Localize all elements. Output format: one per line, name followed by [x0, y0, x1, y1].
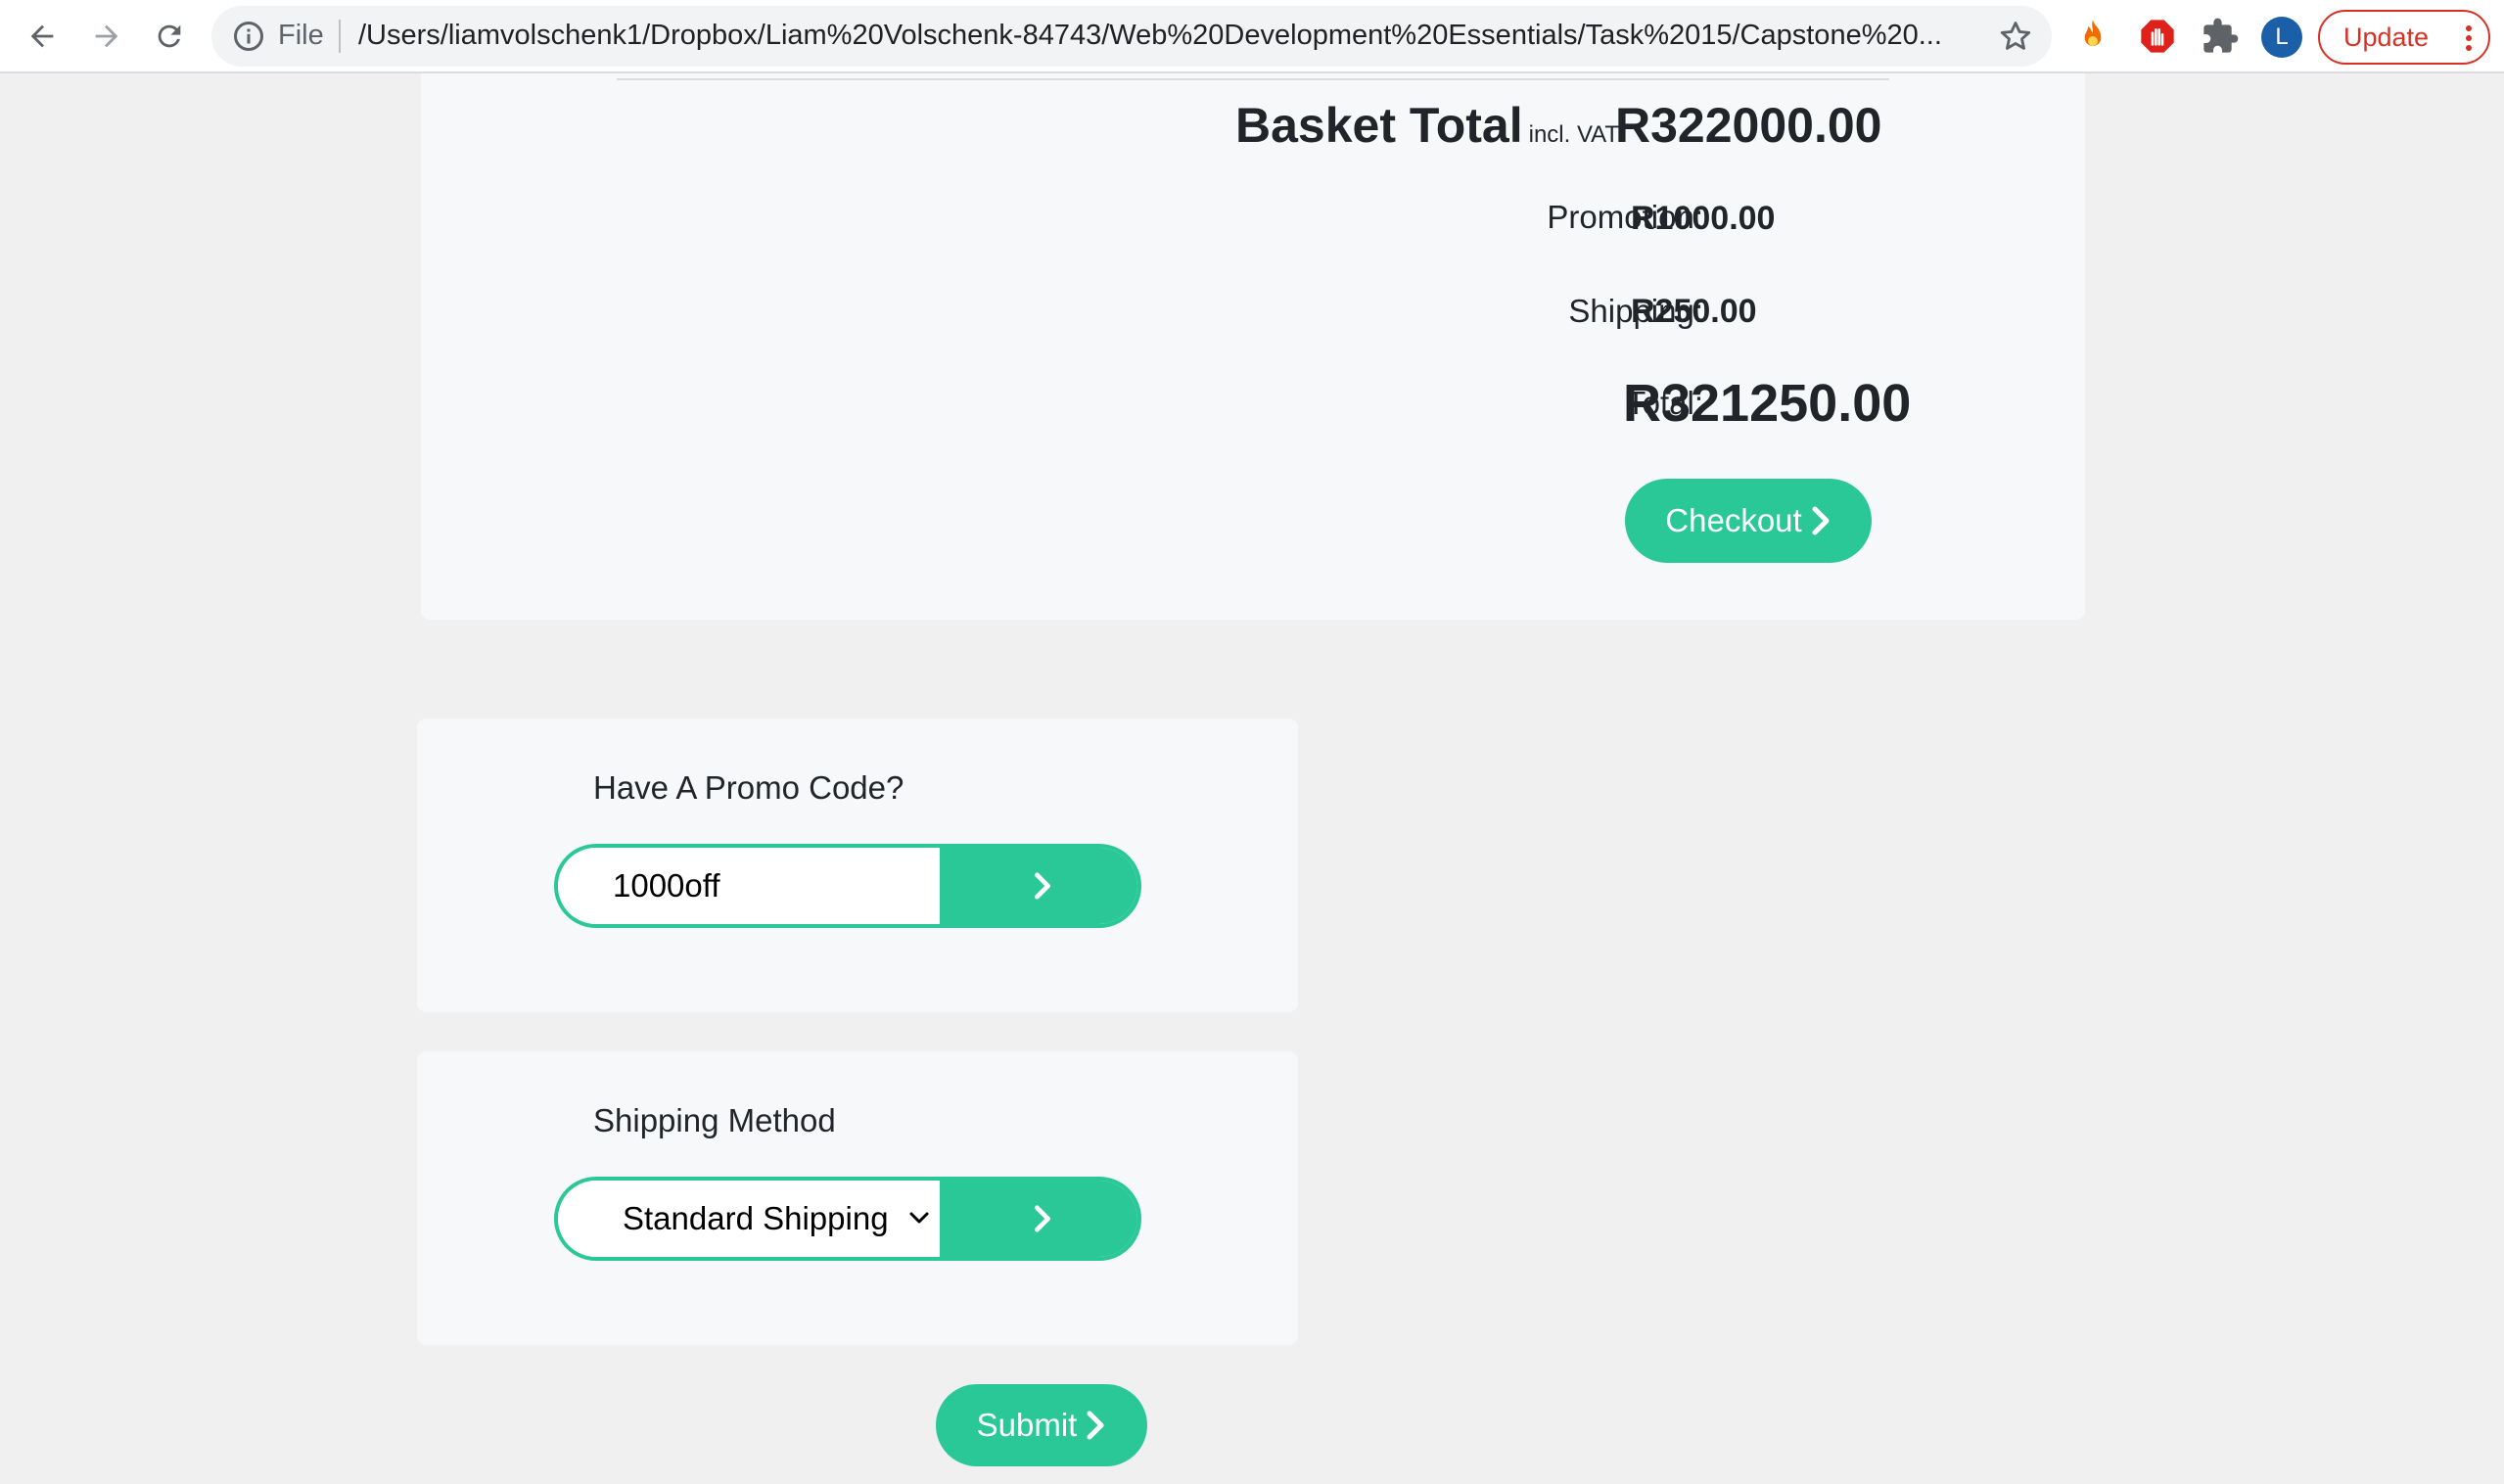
reload-icon — [158, 24, 181, 48]
forward-button[interactable] — [82, 12, 131, 61]
back-arrow-icon — [30, 24, 54, 48]
reload-button[interactable] — [145, 12, 194, 61]
apply-shipping-button[interactable] — [940, 1181, 1137, 1257]
shipping-method-form: Standard Shipping — [554, 1177, 1141, 1261]
forward-arrow-icon — [95, 24, 118, 48]
chevron-right-icon — [1087, 1411, 1104, 1440]
promotion-value: R1000.00 — [1631, 200, 1776, 237]
info-icon[interactable] — [231, 19, 266, 54]
shipping-method-card: Shipping Method Standard Shipping — [417, 1051, 1298, 1345]
browser-toolbar: File /Users/liamvolschenk1/Dropbox/Liam%… — [0, 0, 2504, 73]
stop-hand-extension-icon[interactable] — [2138, 17, 2177, 56]
back-button[interactable] — [18, 12, 67, 61]
flame-extension-icon[interactable] — [2073, 17, 2112, 56]
promo-code-card: Have A Promo Code? 1000off — [417, 719, 1298, 1012]
shipping-method-select[interactable]: Standard Shipping — [558, 1181, 940, 1257]
update-button[interactable]: Update — [2318, 10, 2490, 65]
basket-total-title: Basket Total — [1235, 98, 1523, 153]
shipping-method-selected: Standard Shipping — [623, 1200, 889, 1236]
protocol-label: File — [278, 20, 324, 51]
omnibox-divider — [339, 20, 341, 53]
basket-subtotal: R322000.00 — [1615, 98, 1882, 153]
update-label: Update — [2343, 22, 2430, 52]
chevron-right-icon — [1035, 872, 1050, 900]
checkout-button[interactable]: Checkout — [1625, 479, 1872, 563]
promo-code-input[interactable]: 1000off — [558, 848, 940, 924]
chevron-right-icon — [1812, 506, 1830, 535]
url-text[interactable]: /Users/liamvolschenk1/Dropbox/Liam%20Vol… — [358, 20, 1983, 52]
submit-label: Submit — [976, 1407, 1078, 1443]
basket-summary-card: Basket Total incl. VAT R322000.00 Promoti… — [421, 73, 2085, 620]
divider — [617, 78, 1889, 80]
address-bar[interactable]: File /Users/liamvolschenk1/Dropbox/Liam%… — [211, 6, 2052, 67]
puzzle-extensions-icon[interactable] — [2201, 17, 2240, 56]
checkout-label: Checkout — [1665, 502, 1802, 538]
promo-code-title: Have A Promo Code? — [593, 769, 904, 806]
bookmark-star-icon[interactable] — [1997, 18, 2034, 55]
chevron-right-icon — [1035, 1205, 1050, 1232]
basket-total-heading: Basket Total incl. VAT — [1235, 97, 1619, 154]
total-value: R321250.00 — [1623, 374, 1912, 433]
apply-promo-button[interactable] — [940, 848, 1137, 924]
kebab-menu-icon[interactable] — [2465, 23, 2473, 53]
shipping-method-title: Shipping Method — [593, 1102, 836, 1138]
shipping-value: R250.00 — [1631, 293, 1757, 330]
vat-note: incl. VAT — [1528, 121, 1620, 148]
promo-code-form: 1000off — [554, 844, 1141, 928]
submit-button[interactable]: Submit — [936, 1384, 1147, 1466]
chevron-down-icon — [909, 1212, 929, 1224]
profile-avatar[interactable]: L — [2261, 17, 2302, 58]
